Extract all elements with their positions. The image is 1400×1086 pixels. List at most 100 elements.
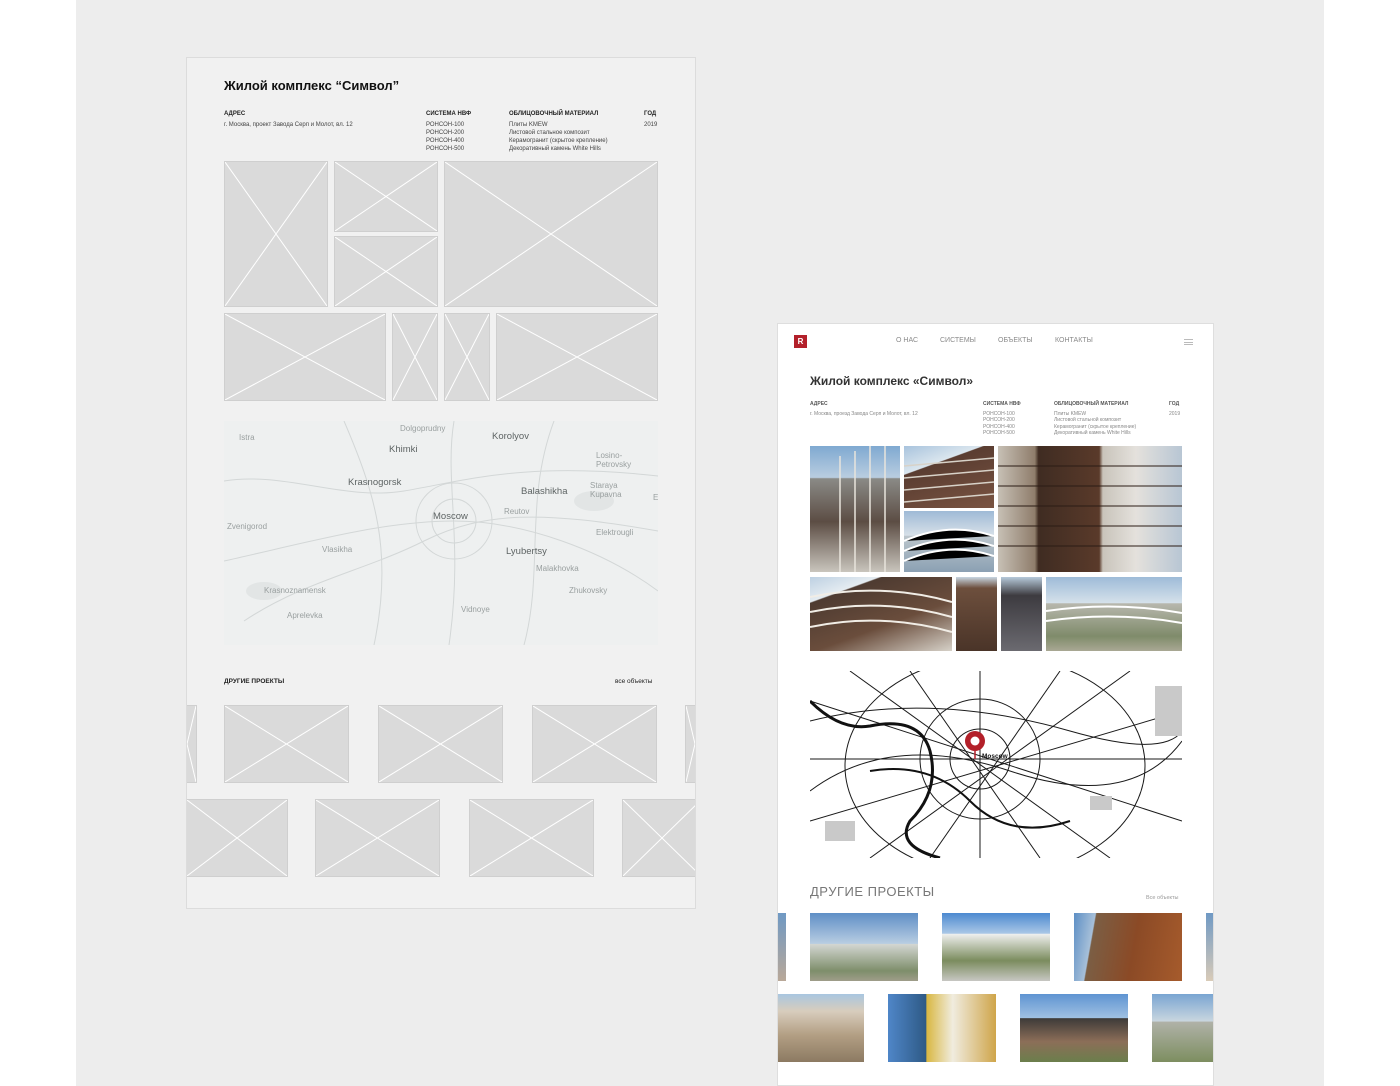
- spec-year: ГОД 2019: [1169, 401, 1189, 417]
- map-label: Losino-Petrovsky: [596, 451, 632, 469]
- gallery-photo[interactable]: [998, 446, 1182, 572]
- placeholder-cross: [316, 800, 439, 876]
- project-placeholder[interactable]: [469, 799, 594, 877]
- map-label: Elektrougli: [596, 528, 634, 537]
- gallery-photo[interactable]: [810, 577, 952, 651]
- project-placeholder[interactable]: [685, 705, 696, 783]
- gallery-photo[interactable]: [1046, 577, 1182, 651]
- placeholder-cross: [225, 162, 327, 306]
- project-placeholder[interactable]: [224, 705, 349, 783]
- image-placeholder: [444, 161, 658, 307]
- image-placeholder: [444, 313, 490, 401]
- project-thumbnail[interactable]: [888, 994, 996, 1062]
- gallery-photo[interactable]: [956, 577, 997, 651]
- wireframe-title: Жилой комплекс “Символ”: [224, 78, 400, 93]
- spec-value: Плиты KMEW: [509, 122, 548, 128]
- placeholder-cross: [445, 314, 489, 400]
- spec-label: АДРЕС: [224, 111, 246, 117]
- image-placeholder: [224, 161, 328, 307]
- location-map[interactable]: Moscow: [810, 671, 1182, 858]
- placeholder-cross: [335, 237, 437, 306]
- map-label: Krasnoznamensk: [264, 586, 326, 595]
- spec-value: 2019: [644, 122, 658, 128]
- project-thumbnail[interactable]: [1020, 994, 1128, 1062]
- spec-label: ГОД: [1169, 401, 1180, 407]
- map-city-label: Moscow: [982, 753, 1008, 760]
- image-placeholder: [334, 161, 438, 232]
- project-thumbnail[interactable]: [778, 913, 786, 981]
- nav-objects[interactable]: ОБЪЕКТЫ: [998, 337, 1033, 344]
- project-placeholder[interactable]: [187, 705, 197, 783]
- map-label: Korolyov: [492, 431, 529, 442]
- spec-value: Декоративный камень White Hills: [509, 146, 601, 152]
- spec-value: РОНСОН-500: [426, 146, 465, 152]
- spec-value: Декоративный камень White Hills: [1054, 430, 1131, 436]
- map-label: Vlasikha: [322, 545, 353, 554]
- project-placeholder[interactable]: [532, 705, 657, 783]
- placeholder-cross: [533, 706, 656, 782]
- gallery-photo[interactable]: [1001, 577, 1042, 651]
- other-projects-title: ДРУГИЕ ПРОЕКТЫ: [810, 884, 935, 899]
- spec-systems: СИСТЕМА НВФ РОНСОН-100 РОНСОН-200 РОНСОН…: [983, 401, 1043, 437]
- logo[interactable]: R: [794, 335, 807, 348]
- menu-icon[interactable]: [1184, 339, 1193, 345]
- map-label: E: [653, 493, 658, 502]
- spec-value: Листовой стальное композит: [509, 130, 590, 136]
- placeholder-cross: [335, 162, 437, 231]
- spec-address: АДРЕС г. Москва, проезд Завода Серп и Мо…: [810, 401, 970, 417]
- spec-value: РОНСОН-400: [426, 138, 465, 144]
- project-placeholder[interactable]: [315, 799, 440, 877]
- map-label: Moscow: [433, 511, 468, 522]
- map-label: Zhukovsky: [569, 586, 608, 595]
- building-graphic: [904, 457, 994, 503]
- wireframe-all-objects-link[interactable]: все объекты: [615, 678, 652, 685]
- gallery-photo[interactable]: [810, 446, 900, 572]
- project-thumbnail[interactable]: [810, 913, 918, 981]
- nav-systems[interactable]: СИСТЕМЫ: [940, 337, 976, 344]
- nav-contacts[interactable]: КОНТАКТЫ: [1055, 337, 1093, 344]
- wireframe-other-projects-title: ДРУГИЕ ПРОЕКТЫ: [224, 678, 285, 685]
- spec-value: г. Москва, проект Завода Серп и Молот, в…: [224, 122, 353, 128]
- all-objects-link[interactable]: Все объекты: [1146, 895, 1178, 901]
- wireframe-map[interactable]: Dolgoprudny Korolyov Istra Khimki Losino…: [224, 421, 658, 645]
- placeholder-cross: [686, 706, 696, 782]
- placeholder-cross: [393, 314, 437, 400]
- spec-value: г. Москва, проезд Завода Серп и Молот, в…: [810, 410, 918, 417]
- spec-value: РОНСОН-200: [426, 130, 465, 136]
- wireframe-spec-address: АДРЕС г. Москва, проект Завода Серп и Мо…: [224, 110, 414, 129]
- placeholder-cross: [470, 800, 593, 876]
- project-thumbnail[interactable]: [1152, 994, 1213, 1062]
- wireframe-spec-systems: СИСТЕМА НВФ РОНСОН-100 РОНСОН-200 РОНСОН…: [426, 110, 496, 153]
- project-thumbnail[interactable]: [942, 913, 1050, 981]
- project-thumbnail[interactable]: [1206, 913, 1213, 981]
- map-label: Krasnogorsk: [348, 477, 402, 488]
- project-thumbnail[interactable]: [778, 994, 864, 1062]
- spec-label: ОБЛИЦОВОЧНЫЙ МАТЕРИАЛ: [509, 111, 599, 117]
- placeholder-cross: [623, 800, 696, 876]
- placeholder-cross: [225, 706, 348, 782]
- spec-value: РОНСОН-500: [983, 430, 1015, 436]
- project-placeholder[interactable]: [187, 799, 288, 877]
- project-placeholder[interactable]: [622, 799, 696, 877]
- placeholder-cross: [225, 314, 385, 400]
- map-label: Reutov: [504, 507, 530, 516]
- map-label: Aprelevka: [287, 611, 323, 620]
- nav-about[interactable]: О НАС: [896, 337, 918, 344]
- project-placeholder[interactable]: [378, 705, 503, 783]
- placeholder-cross: [497, 314, 657, 400]
- wireframe-spec-materials: ОБЛИЦОВОЧНЫЙ МАТЕРИАЛ Плиты KMEW Листово…: [509, 110, 637, 153]
- project-thumbnail[interactable]: [1074, 913, 1182, 981]
- map-roads: [810, 671, 1182, 858]
- placeholder-cross: [445, 162, 657, 306]
- placeholder-cross: [187, 800, 287, 876]
- spec-materials: ОБЛИЦОВОЧНЫЙ МАТЕРИАЛ Плиты KMEW Листово…: [1054, 401, 1164, 437]
- spec-label: СИСТЕМА НВФ: [983, 401, 1021, 407]
- wireframe-spec-year: ГОД 2019: [644, 110, 664, 129]
- gallery-photo[interactable]: [904, 511, 994, 572]
- placeholder-cross: [379, 706, 502, 782]
- gallery-photo[interactable]: [904, 446, 994, 508]
- building-graphic: [839, 446, 886, 572]
- map-label: Balashikha: [521, 486, 568, 497]
- image-placeholder: [224, 313, 386, 401]
- spec-value: РОНСОН-100: [426, 122, 465, 128]
